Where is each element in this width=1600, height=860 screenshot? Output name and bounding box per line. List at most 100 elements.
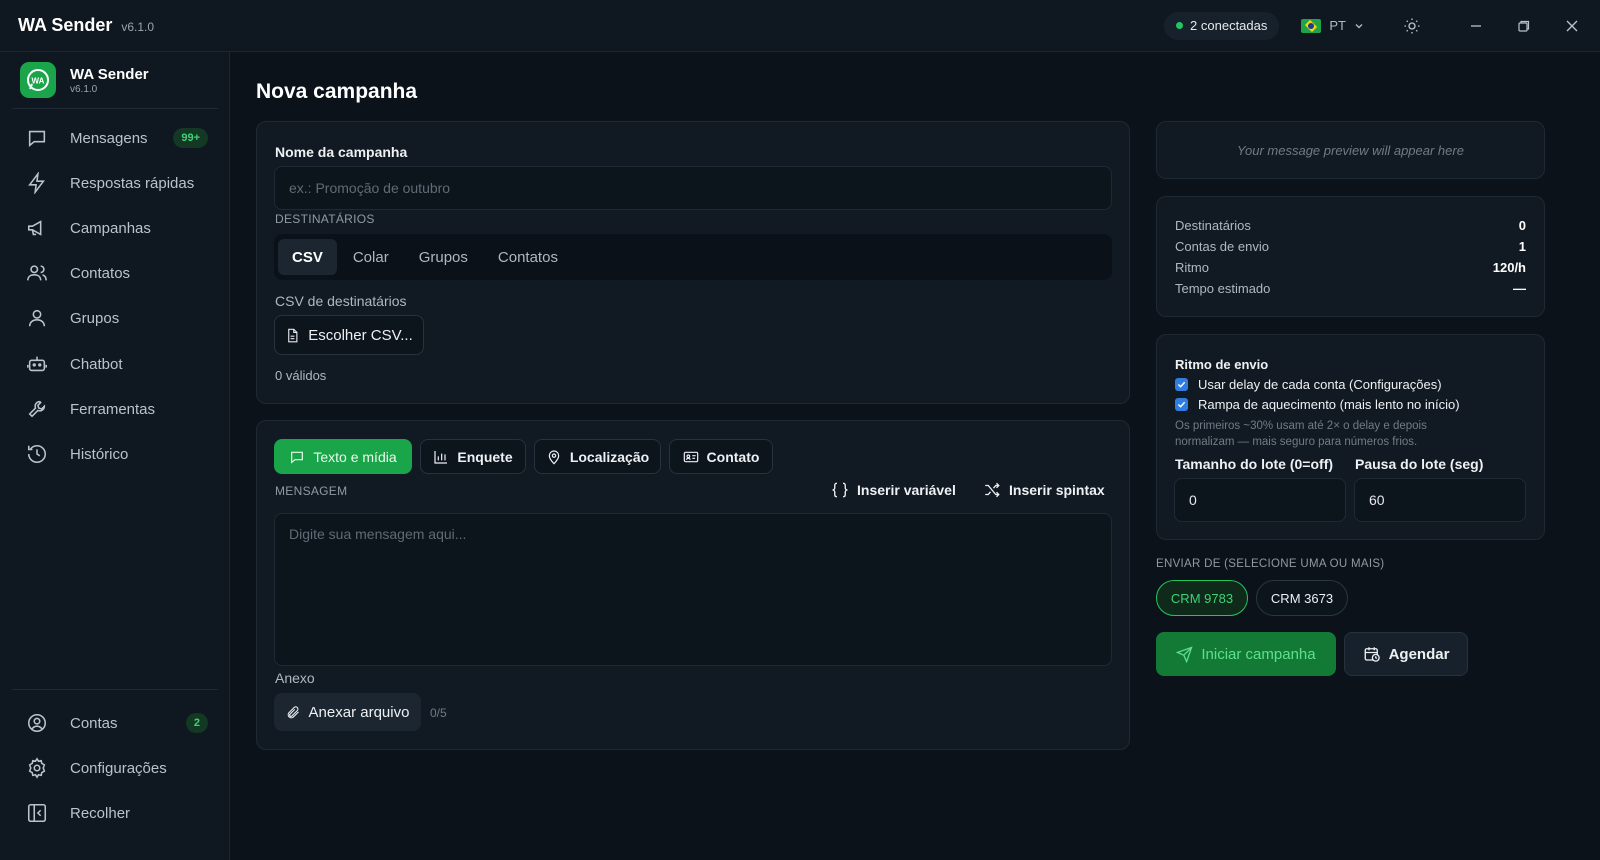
accounts-badge: 2 — [185, 713, 208, 733]
account-chip-crm-9783[interactable]: CRM 9783 — [1156, 580, 1248, 616]
use-account-delay-checkbox[interactable]: Usar delay de cada conta (Configurações) — [1175, 377, 1442, 392]
sidebar-item-ferramentas[interactable]: Ferramentas — [12, 389, 218, 429]
message-preview: Your message preview will appear here — [1156, 121, 1545, 179]
sidebar-divider — [12, 108, 218, 109]
checkbox-label: Usar delay de cada conta (Configurações) — [1198, 377, 1442, 392]
bot-icon — [27, 356, 47, 372]
choose-csv-button[interactable]: Escolher CSV... — [274, 315, 424, 355]
type-tab-localizacao[interactable]: Localização — [534, 439, 661, 474]
batch-size-input[interactable] — [1174, 478, 1346, 522]
sidebar-item-label: Histórico — [70, 445, 129, 463]
warmup-ramp-checkbox[interactable]: Rampa de aquecimento (mais lento no iníc… — [1175, 397, 1460, 412]
insert-variable-label: Inserir variável — [857, 482, 956, 498]
message-textarea[interactable] — [274, 513, 1112, 666]
stat-row: Tempo estimado — — [1175, 281, 1526, 296]
preview-placeholder: Your message preview will appear here — [1237, 142, 1464, 158]
sidebar-item-label: Chatbot — [70, 355, 123, 373]
wrench-icon — [28, 400, 46, 418]
message-icon — [291, 451, 304, 464]
sidebar-item-label: Contas — [70, 714, 118, 732]
sidebar-item-contas[interactable]: Contas 2 — [12, 703, 218, 743]
sidebar-item-contatos[interactable]: Contatos — [12, 253, 218, 293]
stat-value: 120/h — [1492, 260, 1526, 275]
warmup-hint: Os primeiros ~30% usam até 2× o delay e … — [1175, 420, 1427, 448]
chevron-down-icon — [1355, 23, 1363, 28]
sidebar-item-chatbot[interactable]: Chatbot — [12, 344, 218, 384]
attach-file-button[interactable]: Anexar arquivo — [274, 693, 421, 731]
bar-chart-icon — [434, 450, 448, 464]
account-chip-crm-3673[interactable]: CRM 3673 — [1256, 580, 1348, 616]
sidebar-item-historico[interactable]: Histórico — [12, 434, 218, 474]
batch-pause-label: Pausa do lote (seg) — [1355, 456, 1484, 472]
batch-size-label: Tamanho do lote (0=off) — [1175, 456, 1334, 472]
sidebar-item-mensagens[interactable]: Mensagens 99+ — [12, 118, 218, 158]
recipients-label: DESTINATÁRIOS — [275, 212, 375, 226]
sidebar-item-label: Mensagens — [70, 129, 148, 147]
window-version: v6.1.0 — [121, 20, 155, 34]
connection-status-label: 2 conectadas — [1190, 18, 1268, 33]
type-tab-texto-midia[interactable]: Texto e mídia — [274, 439, 412, 474]
sidebar-item-grupos[interactable]: Grupos — [12, 298, 218, 338]
start-campaign-button[interactable]: Iniciar campanha — [1156, 632, 1336, 676]
language-selector[interactable]: PT — [1301, 18, 1364, 33]
campaign-name-label: Nome da campanha — [275, 144, 408, 160]
restore-button[interactable] — [1500, 0, 1548, 52]
batch-pause-input[interactable] — [1354, 478, 1526, 522]
type-tab-contato[interactable]: Contato — [669, 439, 773, 474]
account-icon — [27, 713, 47, 733]
stat-value: 1 — [1518, 239, 1526, 254]
shuffle-icon — [985, 482, 1000, 498]
sidebar-item-campanhas[interactable]: Campanhas — [12, 208, 218, 248]
gear-icon — [28, 757, 46, 779]
tab-contatos[interactable]: Contatos — [484, 239, 572, 275]
brand-name: WA Sender — [70, 65, 149, 83]
tab-grupos[interactable]: Grupos — [405, 239, 482, 275]
summary-card: Destinatários 0 Contas de envio 1 Ritmo … — [1156, 196, 1545, 317]
sun-icon — [1404, 18, 1420, 33]
sidebar-item-label: Respostas rápidas — [70, 174, 195, 192]
campaign-name-input[interactable] — [274, 166, 1112, 210]
sidebar-item-label: Recolher — [70, 804, 131, 822]
message-label: MENSAGEM — [275, 484, 348, 498]
whatsapp-logo-icon: WA — [20, 62, 56, 98]
window-title: WA Sender — [18, 15, 113, 35]
campaign-card: Nome da campanha DESTINATÁRIOS CSV Colar… — [256, 121, 1130, 404]
type-tab-label: Contato — [706, 448, 760, 465]
bolt-icon — [28, 172, 45, 194]
pace-card: Ritmo de envio Usar delay de cada conta … — [1156, 334, 1545, 540]
connection-status[interactable]: 2 conectadas — [1164, 11, 1280, 40]
type-tab-enquete[interactable]: Enquete — [420, 439, 526, 474]
stat-label: Ritmo — [1175, 260, 1209, 275]
checkmark-icon — [1175, 398, 1188, 411]
close-button[interactable] — [1548, 0, 1596, 52]
insert-spintax-label: Inserir spintax — [1009, 482, 1105, 498]
unread-badge: 99+ — [173, 128, 208, 148]
brand-version: v6.1.0 — [70, 83, 98, 95]
page-title: Nova campanha — [256, 80, 418, 103]
message-icon — [28, 130, 46, 147]
message-card: Texto e mídia Enquete Localização Contat… — [256, 420, 1130, 750]
logo-text: WA — [32, 77, 45, 86]
stat-value: 0 — [1518, 218, 1526, 233]
attachment-count: 0/5 — [430, 706, 447, 720]
megaphone-icon — [27, 220, 42, 236]
start-campaign-label: Iniciar campanha — [1201, 645, 1316, 663]
history-icon — [27, 444, 46, 463]
theme-toggle-button[interactable] — [1388, 0, 1436, 52]
brazil-flag-icon — [1301, 18, 1322, 33]
insert-variable-button[interactable]: Inserir variável — [831, 481, 956, 499]
sidebar-item-respostas-rapidas[interactable]: Respostas rápidas — [12, 163, 218, 203]
stat-label: Contas de envio — [1175, 239, 1269, 254]
tab-csv[interactable]: CSV — [278, 239, 337, 275]
sidebar-item-recolher[interactable]: Recolher — [12, 793, 218, 833]
minimize-button[interactable] — [1452, 0, 1500, 52]
users-icon — [27, 265, 47, 281]
insert-spintax-button[interactable]: Inserir spintax — [983, 481, 1105, 499]
attachment-label: Anexo — [275, 670, 315, 686]
calendar-clock-icon — [1364, 647, 1380, 662]
schedule-label: Agendar — [1388, 645, 1450, 663]
schedule-button[interactable]: Agendar — [1344, 632, 1468, 676]
sidebar-item-configuracoes[interactable]: Configurações — [12, 748, 218, 788]
csv-label: CSV de destinatários — [275, 293, 407, 309]
tab-colar[interactable]: Colar — [339, 239, 403, 275]
